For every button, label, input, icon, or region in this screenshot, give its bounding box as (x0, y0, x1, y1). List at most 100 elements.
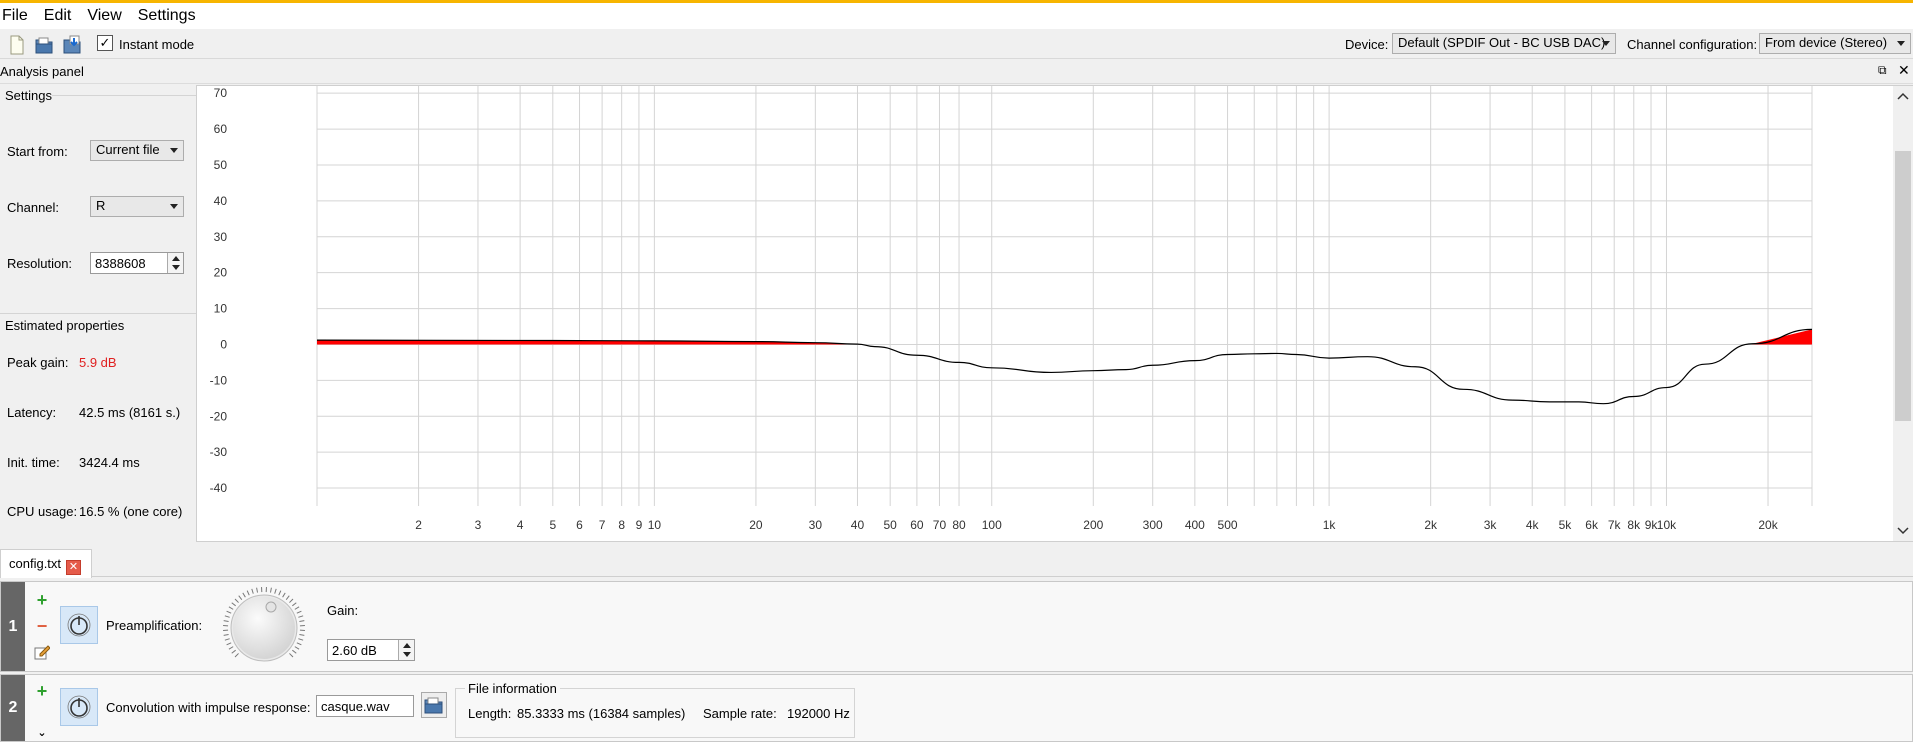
scroll-up-icon[interactable] (1897, 92, 1909, 100)
x-tick-label: 200 (1083, 518, 1103, 532)
spin-buttons[interactable] (398, 640, 414, 660)
cpu-usage-label: CPU usage: (7, 504, 78, 519)
preamp-power-button[interactable] (60, 606, 98, 644)
scroll-down-icon[interactable] (1897, 527, 1909, 535)
knob-tick (292, 649, 297, 654)
impulse-file-field[interactable]: casque.wav (316, 695, 414, 717)
channel-config-select[interactable]: From device (Stereo) (1759, 33, 1911, 54)
convolution-power-button[interactable] (60, 688, 98, 726)
settings-group-title: Settings (5, 88, 52, 103)
toolbar: ✓ Instant mode Device: Default (SPDIF Ou… (0, 29, 1913, 59)
close-panel-icon[interactable]: ✕ (1898, 62, 1910, 79)
config-tabbar: config.txt ✕ (0, 549, 1913, 578)
tab-config[interactable]: config.txt ✕ (0, 549, 93, 578)
y-tick-label: 70 (214, 86, 228, 100)
x-tick-label: 10k (1657, 518, 1677, 532)
spin-up-icon[interactable] (403, 643, 411, 648)
x-tick-label: 6k (1585, 518, 1599, 532)
power-icon (67, 613, 91, 637)
plot-scrollbar[interactable] (1893, 86, 1913, 541)
knob-tick (234, 598, 239, 603)
float-panel-icon[interactable]: ⧉ (1878, 63, 1887, 78)
menu-bar: File Edit View Settings (0, 3, 1913, 29)
browse-file-button[interactable] (421, 692, 447, 718)
open-file-icon[interactable] (34, 35, 56, 55)
add-filter-icon[interactable]: + (34, 682, 50, 700)
channel-value: R (96, 198, 106, 213)
knob-tick (296, 642, 302, 646)
init-time-value: 3424.4 ms (79, 455, 140, 470)
knob-tick (238, 595, 243, 600)
knob-tick (289, 598, 294, 603)
gain-knob[interactable] (221, 585, 307, 671)
divider (0, 313, 196, 314)
knob-tick (298, 615, 304, 618)
sample-rate-label: Sample rate: (703, 706, 777, 721)
analysis-panel-title: Analysis panel (0, 64, 84, 79)
gain-spinbox[interactable]: 2.60 dB (327, 639, 415, 661)
add-filter-icon[interactable]: + (34, 591, 50, 609)
x-tick-label: 300 (1143, 518, 1163, 532)
edit-filter-icon[interactable] (34, 644, 51, 660)
file-info-title: File information (465, 681, 560, 696)
gain-value: 2.60 dB (332, 643, 377, 658)
y-tick-label: 10 (214, 302, 228, 316)
knob-tick (294, 646, 300, 650)
x-tick-label: 3k (1484, 518, 1498, 532)
spin-up-icon[interactable] (172, 256, 180, 261)
x-tick-label: 2 (415, 518, 422, 532)
spin-down-icon[interactable] (403, 652, 411, 657)
menu-settings[interactable]: Settings (134, 7, 204, 25)
knob-tick (269, 587, 272, 593)
resolution-spinbox[interactable]: 8388608 (90, 252, 184, 274)
peak-gain-label: Peak gain: (7, 355, 69, 370)
frequency-response-line (316, 328, 1813, 405)
x-tick-label: 2k (1424, 518, 1438, 532)
spin-down-icon[interactable] (172, 265, 180, 270)
menu-edit[interactable]: Edit (40, 7, 80, 25)
file-information-group: File information Length: 85.3333 ms (163… (455, 681, 855, 738)
estimated-group-title: Estimated properties (5, 318, 125, 333)
y-tick-label: -10 (210, 373, 228, 387)
x-tick-label: 7 (599, 518, 606, 532)
knob-tick (251, 588, 254, 594)
knob-tick (223, 633, 229, 636)
length-label: Length: (468, 706, 512, 721)
channel-config-label: Channel configuration: (1627, 37, 1758, 52)
y-tick-label: 20 (214, 266, 228, 280)
latency-value: 42.5 ms (8161 s.) (79, 405, 181, 420)
knob-tick (282, 592, 286, 598)
close-icon[interactable]: ✕ (66, 560, 82, 575)
x-tick-label: 80 (952, 518, 966, 532)
device-select[interactable]: Default (SPDIF Out - BC USB DAC) (1392, 33, 1616, 54)
menu-file[interactable]: File (0, 7, 36, 25)
x-tick-label: 40 (851, 518, 865, 532)
knob-tick (242, 592, 246, 598)
knob-tick (223, 620, 229, 623)
new-file-icon[interactable] (8, 35, 30, 55)
x-tick-label: 500 (1218, 518, 1238, 532)
analysis-panel-titlebar: Analysis panel ⧉ ✕ (0, 60, 1913, 84)
spin-buttons[interactable] (167, 253, 183, 273)
menu-view[interactable]: View (83, 7, 129, 25)
chevron-down-icon (1897, 41, 1905, 46)
knob-tick (299, 633, 305, 636)
frequency-response-plot[interactable]: 70 60 50 40 30 20 10 0 -10 -20 -30 -40 2 3 4 5 6 7 8 9 10 20 3… (196, 85, 1913, 542)
x-tick-label: 5 (549, 518, 556, 532)
channel-select[interactable]: R (90, 196, 184, 217)
expand-icon[interactable]: ⌄ (34, 725, 50, 741)
remove-filter-icon[interactable]: − (34, 617, 50, 635)
save-file-icon[interactable] (62, 35, 84, 55)
device-select-value: Default (SPDIF Out - BC USB DAC) (1398, 35, 1606, 50)
knob-tick (226, 610, 232, 614)
chevron-down-icon (170, 204, 178, 209)
channel-config-value: From device (Stereo) (1765, 35, 1888, 50)
instant-mode-checkbox[interactable]: ✓ (97, 35, 113, 51)
gain-label: Gain: (327, 603, 359, 618)
filter-row-convolution: 2 + ⌄ Convolution with impulse response:… (0, 674, 1913, 742)
x-tick-label: 4 (517, 518, 524, 532)
latency-label: Latency: (7, 405, 57, 420)
start-from-select[interactable]: Current file (90, 140, 184, 161)
scrollbar-thumb[interactable] (1895, 151, 1911, 421)
x-tick-label: 10 (648, 518, 662, 532)
